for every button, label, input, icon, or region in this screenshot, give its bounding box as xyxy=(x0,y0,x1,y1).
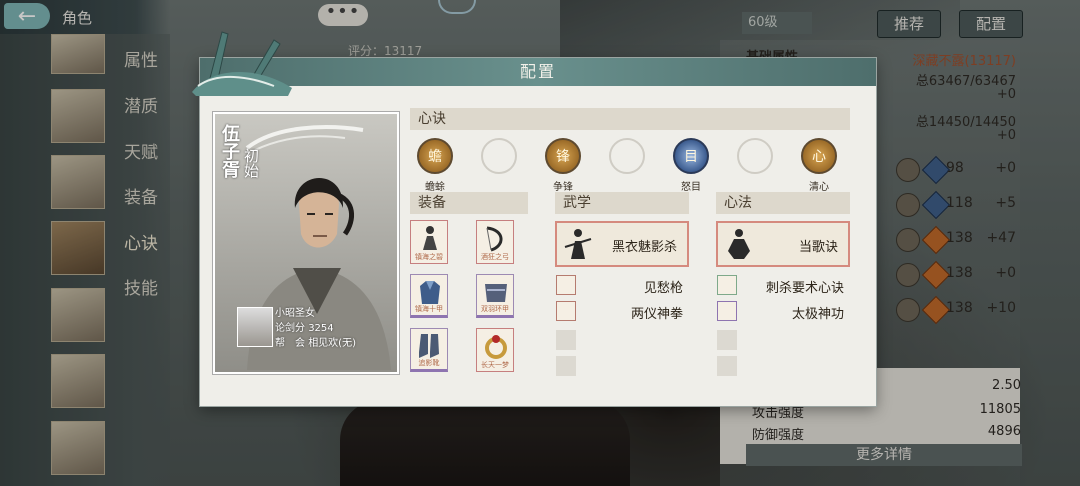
equip-weapon-slot[interactable]: 镇海之碧 xyxy=(410,220,448,264)
xinjue-header: 心诀 xyxy=(410,108,850,130)
lotus-skill-icon: 心 xyxy=(812,149,826,165)
character-portrait-card[interactable]: 伍子胥 初始 小昭圣女 论剑分 3254 帮 会 相见欢(无) xyxy=(213,112,399,374)
xinjue-slot-6-empty[interactable] xyxy=(737,138,773,174)
boots-icon xyxy=(419,334,439,358)
equip-label: 追影靴 xyxy=(418,359,440,367)
fist-skill-icon: 锋 xyxy=(556,149,570,165)
xinjue-slot-1[interactable]: 蟾 xyxy=(417,138,453,174)
martial-art-empty-slot[interactable] xyxy=(556,330,576,350)
spouse-score: 3254 xyxy=(308,323,334,334)
spouse-avatar xyxy=(237,307,273,347)
martial-art-sub-label[interactable]: 见愁枪 xyxy=(644,277,683,296)
martial-art-main-slot[interactable]: 黑衣魅影杀 xyxy=(555,221,689,267)
xinjue-label: 蟾蜍 xyxy=(425,182,445,193)
swordsman-icon xyxy=(564,229,592,259)
taiji-art-icon[interactable] xyxy=(717,301,737,321)
xinjue-label: 怒目 xyxy=(681,182,701,193)
robe-icon xyxy=(485,284,507,302)
character-name: 伍子胥 xyxy=(219,124,240,178)
inner-art-sub-label[interactable]: 刺杀要术心诀 xyxy=(766,277,844,296)
spouse-score-row: 论剑分 3254 xyxy=(275,321,356,336)
bow-icon xyxy=(486,226,503,252)
spouse-info: 小昭圣女 论剑分 3254 帮 会 相见欢(无) xyxy=(275,306,356,351)
equip-label: 双羽环甲 xyxy=(481,305,509,313)
martial-art-main-name: 黑衣魅影杀 xyxy=(611,240,677,255)
inner-art-empty-slot[interactable] xyxy=(717,330,737,350)
toad-skill-icon: 蟾 xyxy=(428,149,442,165)
ink-swirl-decoration xyxy=(245,125,364,151)
spear-skill-icon[interactable] xyxy=(556,275,576,295)
equipment-header: 装备 xyxy=(410,192,528,214)
equip-robe-slot[interactable]: 双羽环甲 xyxy=(476,274,514,318)
eye-skill-icon: 目 xyxy=(684,149,698,165)
equip-armor-slot[interactable]: 镇海十甲 xyxy=(410,274,448,318)
xinjue-label: 清心 xyxy=(809,182,829,193)
spouse-gang-label: 帮 会 xyxy=(275,338,305,349)
equip-boots-slot[interactable]: 追影靴 xyxy=(410,328,448,372)
xinjue-slot-2-empty[interactable] xyxy=(481,138,517,174)
equip-label: 镇海之碧 xyxy=(415,253,443,261)
martial-art-empty-slot[interactable] xyxy=(556,356,576,376)
xinjue-slot-7[interactable]: 心 xyxy=(801,138,837,174)
equip-label: 酒狂之弓 xyxy=(481,253,509,261)
equip-bow-slot[interactable]: 酒狂之弓 xyxy=(476,220,514,264)
inner-art-main-name: 当歌诀 xyxy=(798,240,838,255)
xinjue-slot-3[interactable]: 锋 xyxy=(545,138,581,174)
xinjue-label: 争锋 xyxy=(553,182,573,193)
spouse-name: 小昭圣女 xyxy=(275,308,315,319)
inner-art-header: 心法 xyxy=(716,192,850,214)
spouse-gang-row: 帮 会 相见欢(无) xyxy=(275,336,356,351)
equip-label: 镇海十甲 xyxy=(415,305,443,313)
martial-arts-header: 武学 xyxy=(555,192,689,214)
meditating-figure-icon xyxy=(728,229,750,259)
inner-art-main-slot[interactable]: 当歌诀 xyxy=(716,221,850,267)
armor-icon xyxy=(420,281,440,304)
figure-weapon-icon xyxy=(423,226,437,250)
sword-decoration-icon xyxy=(192,31,292,96)
martial-art-sub-label[interactable]: 两仪神拳 xyxy=(631,303,683,322)
xinjue-slot-4-empty[interactable] xyxy=(609,138,645,174)
equip-label: 长天一梦 xyxy=(481,361,509,369)
spouse-score-label: 论剑分 xyxy=(275,323,305,334)
xinjue-slot-5[interactable]: 目 xyxy=(673,138,709,174)
config-modal: 配置 伍子胥 初始 小昭圣女 论剑分 3254 帮 会 相见欢(无) 心诀 蟾 … xyxy=(192,31,876,406)
spouse-gang: 相见欢(无) xyxy=(308,338,356,349)
modal-title: 配置 xyxy=(519,62,556,81)
ring-icon xyxy=(485,335,507,359)
fist-art-icon[interactable] xyxy=(556,301,576,321)
inner-art-empty-slot[interactable] xyxy=(717,356,737,376)
equip-ring-slot[interactable]: 长天一梦 xyxy=(476,328,514,372)
inner-art-sub-label[interactable]: 太极神功 xyxy=(792,303,844,322)
assassin-art-icon[interactable] xyxy=(717,275,737,295)
